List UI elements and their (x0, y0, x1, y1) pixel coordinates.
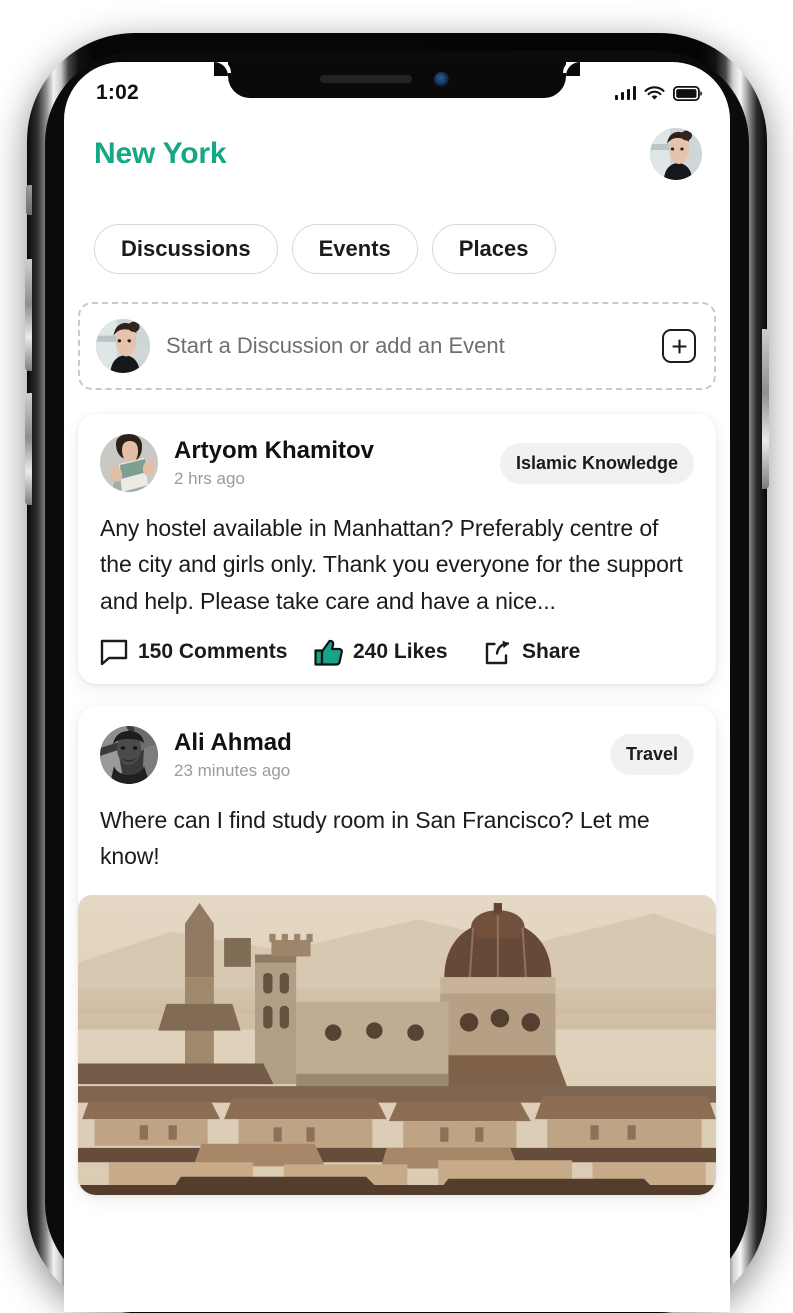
status-bar-icons (614, 85, 702, 101)
post-author-name: Ali Ahmad (174, 729, 292, 757)
app-header: New York (64, 114, 730, 194)
likes-count-label: 240 Likes (353, 640, 448, 664)
post-header: Ali Ahmad 23 minutes ago Travel (100, 725, 694, 784)
post-identity: Ali Ahmad 23 minutes ago (174, 729, 594, 780)
user-avatar-image (100, 725, 158, 784)
post-feed: Artyom Khamitov 2 hrs ago Islamic Knowle… (78, 414, 716, 1312)
device-notch (214, 62, 580, 98)
post-action-row: 150 Comments 240 Likes Share (100, 639, 694, 666)
post-card[interactable]: Ali Ahmad 23 minutes ago Travel Where ca… (78, 705, 716, 1195)
share-icon (485, 640, 510, 665)
tab-events[interactable]: Events (291, 224, 418, 274)
post-category-tag[interactable]: Islamic Knowledge (499, 442, 694, 484)
tab-places[interactable]: Places (431, 224, 556, 274)
post-category-tag[interactable]: Travel (609, 734, 694, 776)
front-camera-icon (434, 72, 449, 87)
earpiece-speaker-icon (320, 75, 412, 83)
post-identity: Artyom Khamitov 2 hrs ago (174, 437, 484, 488)
composer-placeholder-text[interactable]: Start a Discussion or add an Event (166, 333, 646, 359)
mute-switch-button[interactable] (26, 185, 32, 215)
tab-chip-row: Discussions Events Places (64, 224, 730, 274)
post-header: Artyom Khamitov 2 hrs ago Islamic Knowle… (100, 434, 694, 492)
comments-button[interactable]: 150 Comments (100, 639, 314, 666)
post-composer[interactable]: Start a Discussion or add an Event (78, 302, 716, 390)
post-photo[interactable] (78, 894, 716, 1195)
volume-down-button[interactable] (25, 393, 32, 505)
post-body-text: Any hostel available in Manhattan? Prefe… (100, 515, 683, 614)
add-post-button[interactable] (662, 329, 696, 363)
share-button[interactable]: Share (484, 639, 580, 666)
post-author-avatar[interactable] (100, 725, 158, 784)
plus-icon (672, 339, 686, 353)
comments-count-label: 150 Comments (138, 640, 288, 664)
volume-up-button[interactable] (25, 259, 32, 371)
post-timestamp: 2 hrs ago (174, 468, 245, 488)
battery-full-icon (673, 85, 702, 101)
user-avatar-image (96, 319, 150, 373)
post-author-name: Artyom Khamitov (174, 437, 375, 465)
power-button[interactable] (762, 329, 769, 489)
share-label: Share (522, 640, 581, 664)
post-card[interactable]: Artyom Khamitov 2 hrs ago Islamic Knowle… (78, 414, 716, 684)
thumbs-up-icon (314, 639, 343, 666)
post-author-avatar[interactable] (100, 434, 158, 492)
user-avatar-image (650, 128, 702, 180)
tab-discussions[interactable]: Discussions (94, 224, 278, 274)
comment-bubble-icon (100, 639, 128, 666)
status-bar-time: 1:02 (96, 81, 139, 104)
wifi-icon (644, 85, 665, 100)
composer-avatar (96, 319, 150, 373)
cellular-signal-icon (614, 86, 636, 100)
likes-button[interactable]: 240 Likes (314, 639, 484, 666)
phone-screen: 1:02 New York Discussions Events Places … (64, 62, 730, 1312)
user-avatar-image (100, 434, 158, 492)
header-profile-avatar[interactable] (650, 128, 702, 180)
post-body-text: Where can I find study room in San Franc… (100, 806, 650, 870)
sepia-cityscape-photo-image (78, 894, 716, 1195)
post-timestamp: 23 minutes ago (174, 760, 291, 780)
page-title: New York (94, 137, 227, 170)
